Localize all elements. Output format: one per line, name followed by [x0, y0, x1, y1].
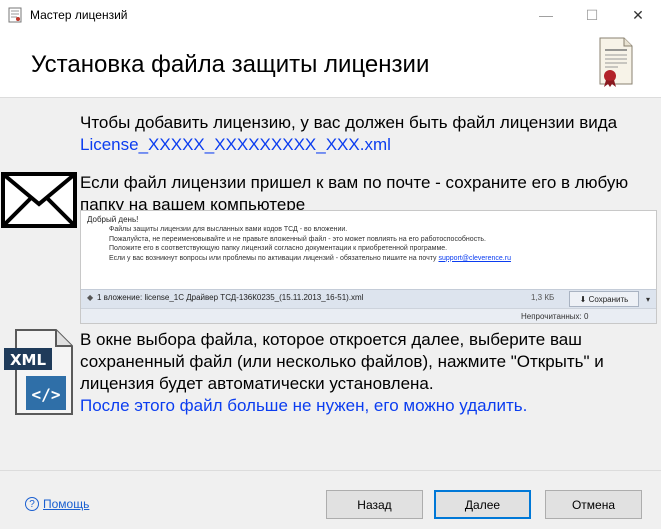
- email-line: Файлы защиты лицензии для высланных вами…: [109, 226, 348, 233]
- maximize-button[interactable]: ☐: [569, 0, 615, 30]
- help-icon: ?: [25, 497, 39, 511]
- email-save-button: ⬇ Сохранить: [569, 291, 639, 307]
- email-greeting: Добрый день!: [87, 215, 139, 224]
- email-body: Файлы защиты лицензии для высланных вами…: [109, 225, 649, 263]
- wizard-content: Чтобы добавить лицензию, у вас должен бы…: [0, 98, 661, 470]
- window-title: Мастер лицензий: [30, 8, 128, 22]
- page-title: Установка файла защиты лицензии: [31, 51, 430, 78]
- app-icon: [8, 7, 22, 23]
- intro-text: Чтобы добавить лицензию, у вас должен бы…: [80, 112, 640, 156]
- envelope-icon: [1, 172, 77, 228]
- download-icon: ⬇: [579, 294, 589, 304]
- svg-text:</>: </>: [32, 385, 61, 404]
- email-line: Пожалуйста, не переименовывайте и не пра…: [109, 235, 486, 243]
- minimize-button[interactable]: —: [523, 0, 569, 30]
- chevron-down-icon: ▾: [645, 294, 650, 304]
- attachment-name: 1 вложение: license_1С Драйвер ТСД-136К0…: [97, 293, 364, 302]
- intro-sentence: Чтобы добавить лицензию, у вас должен бы…: [80, 113, 618, 132]
- certificate-icon: [599, 37, 633, 87]
- email-line: Если у вас возникнут вопросы или проблем…: [109, 254, 511, 262]
- email-preview-image: Добрый день! Файлы защиты лицензии для в…: [80, 210, 657, 324]
- close-button[interactable]: ✕: [615, 0, 661, 30]
- help-link[interactable]: ? Помощь: [25, 497, 89, 511]
- license-filename: License_XXXXX_XXXXXXXXX_XXX.xml: [80, 135, 391, 154]
- paperclip-icon: ◆: [87, 293, 94, 302]
- attachment-size: 1,3 КБ: [531, 293, 555, 302]
- cancel-button[interactable]: Отмена: [545, 490, 642, 519]
- wizard-header: Установка файла защиты лицензии: [0, 30, 661, 98]
- back-button[interactable]: Назад: [326, 490, 423, 519]
- support-email-link: support@cleverence.ru: [438, 254, 511, 262]
- svg-text:XML: XML: [10, 351, 46, 369]
- open-step-instructions: В окне выбора файла, которое откроется д…: [80, 330, 604, 393]
- help-label[interactable]: Помощь: [43, 497, 89, 511]
- xml-file-icon: XML </>: [4, 329, 73, 415]
- open-step-note: После этого файл больше не нужен, его мо…: [80, 396, 528, 415]
- unread-count: Непрочитанных: 0: [521, 312, 589, 321]
- next-button[interactable]: Далее: [434, 490, 531, 519]
- email-line: Положите его в соответствующую папку лиц…: [109, 245, 448, 252]
- open-step-text: В окне выбора файла, которое откроется д…: [80, 329, 655, 417]
- title-bar: Мастер лицензий — ☐ ✕: [0, 0, 661, 30]
- wizard-footer: ? Помощь Назад Далее Отмена: [0, 470, 661, 529]
